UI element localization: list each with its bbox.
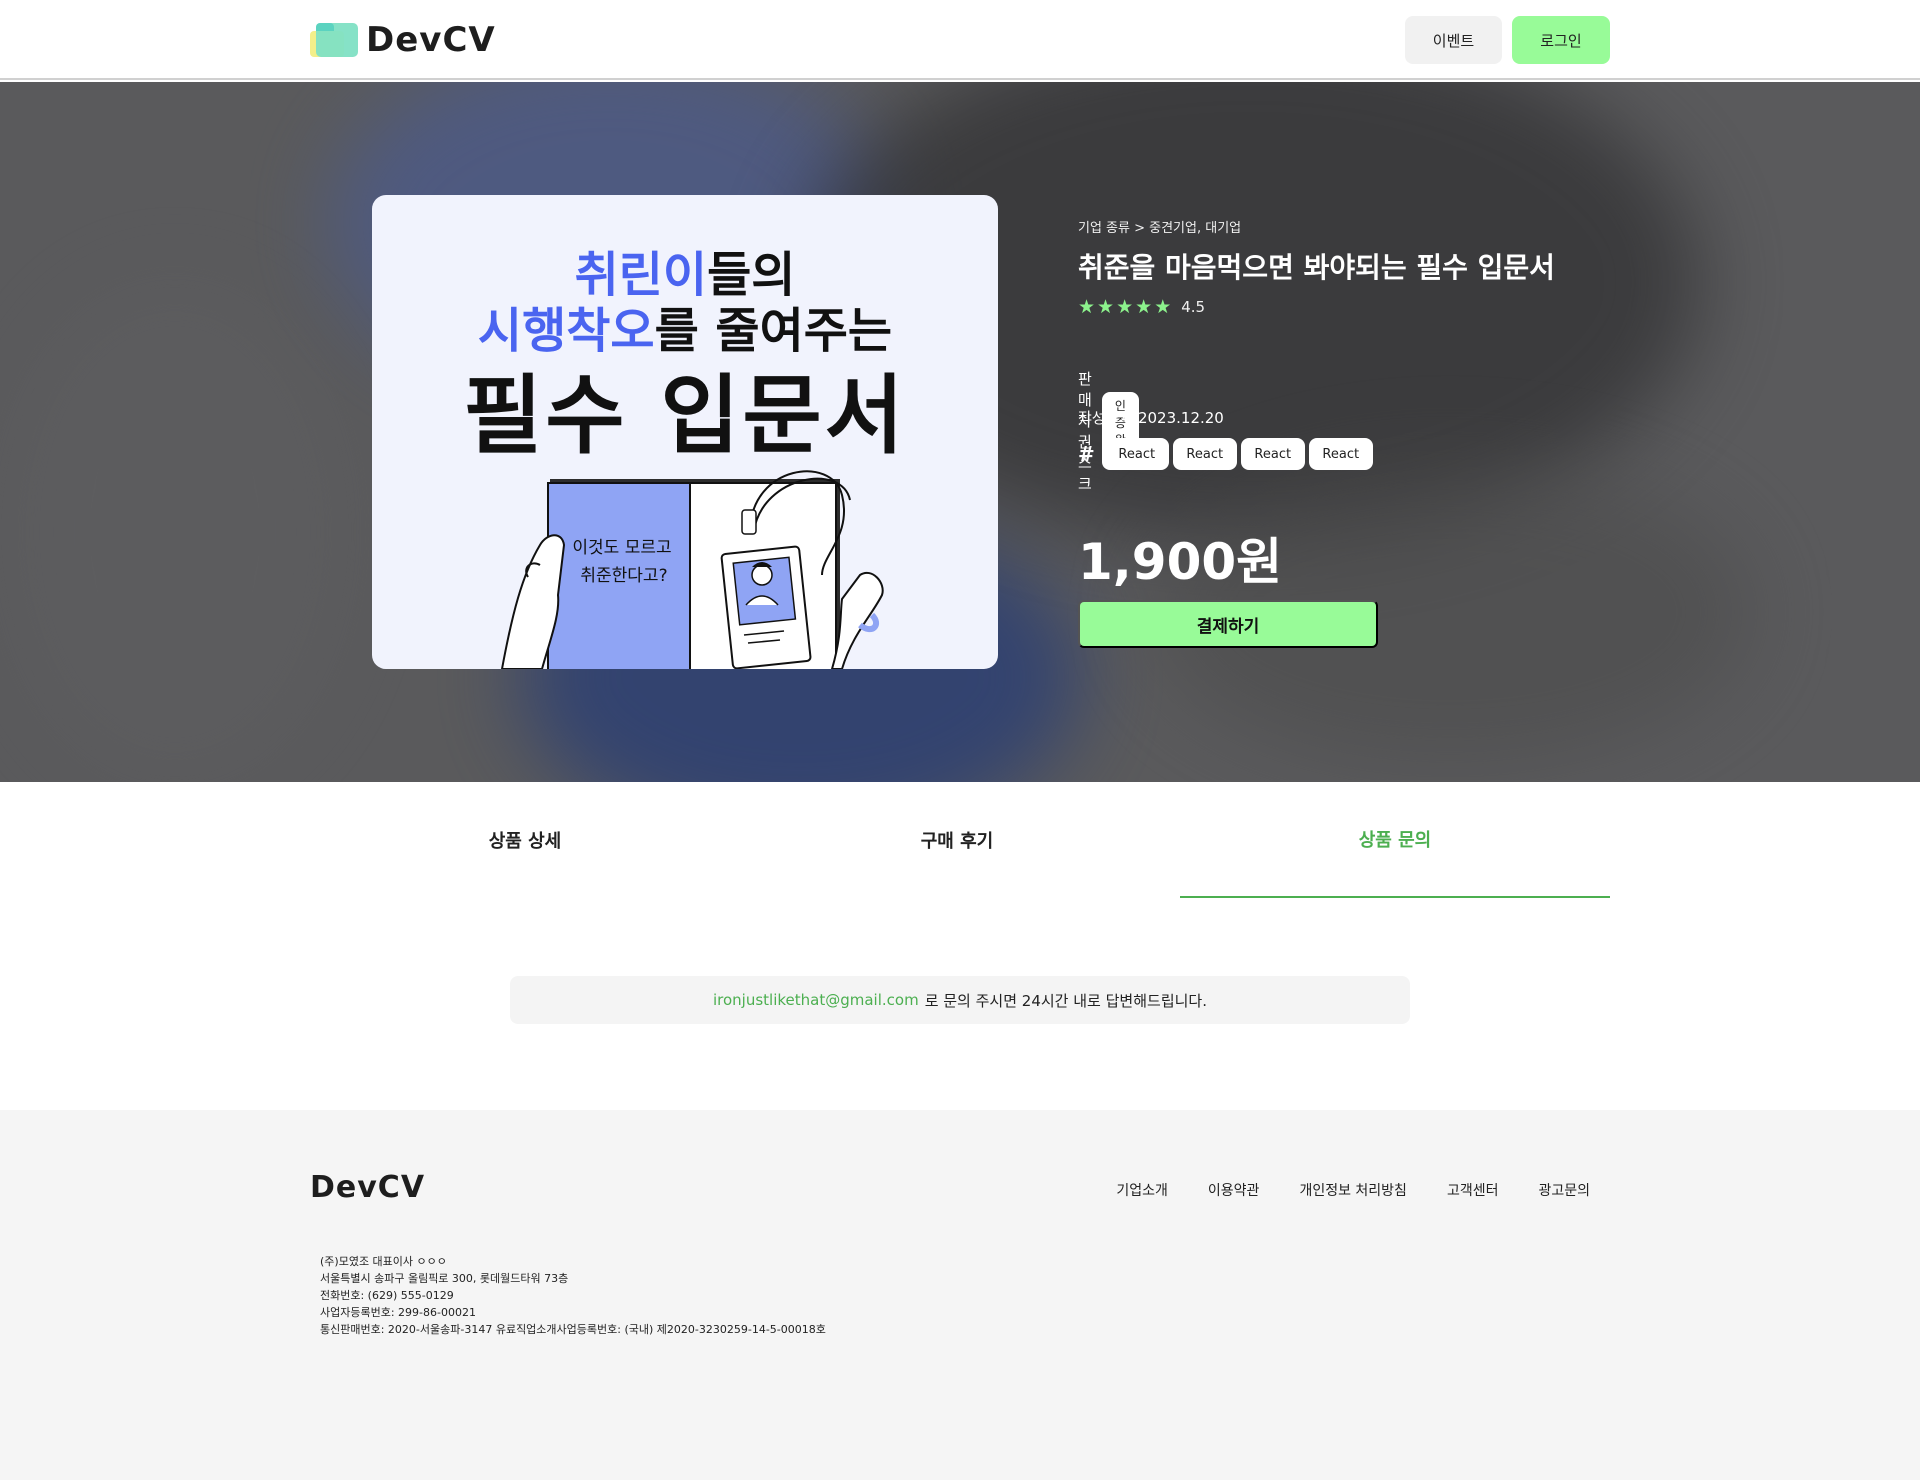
company-info-line: (주)모였조 대표이사 ㅇㅇㅇ <box>320 1255 447 1268</box>
tag-list: # React React React React <box>1078 438 1377 470</box>
contact-email-link[interactable]: ironjustlikethat@gmail.com <box>713 991 919 1009</box>
footer-link-about[interactable]: 기업소개 <box>1116 1180 1168 1200</box>
company-info-line: 통신판매번호: 2020-서울송파-3147 유료직업소개사업등록번호: (국내… <box>320 1323 826 1336</box>
event-button[interactable]: 이벤트 <box>1405 16 1502 64</box>
pay-button[interactable]: 결제하기 <box>1078 600 1378 648</box>
rating: ★ ★ ★ ★ ★ 4.5 <box>1078 296 1205 318</box>
site-header: DevCV 이벤트 로그인 <box>0 0 1920 80</box>
seller-row: 판매자 권스크 인증 완료 <box>1078 368 1139 494</box>
tag-chip[interactable]: React <box>1240 438 1305 470</box>
star-icon: ★ <box>1154 296 1172 318</box>
inquiry-notice: ironjustlikethat@gmail.com 로 문의 주시면 24시간… <box>510 976 1410 1024</box>
tag-chip[interactable]: React <box>1308 438 1373 470</box>
star-icon: ★ <box>1135 296 1153 318</box>
breadcrumb[interactable]: 기업 종류 > 중견기업, 대기업 <box>1078 217 1241 236</box>
site-footer: DevCV 기업소개 이용약관 개인정보 처리방침 고객센터 광고문의 (주)모… <box>0 1110 1920 1480</box>
footer-link-ads[interactable]: 광고문의 <box>1538 1180 1590 1200</box>
rating-value: 4.5 <box>1181 298 1206 316</box>
company-info-line: 전화번호: (629) 555-0129 <box>320 1289 454 1302</box>
folder-logo-icon <box>310 21 358 59</box>
company-info-line: 서울특별시 송파구 올림픽로 300, 롯데월드타워 73층 <box>320 1272 569 1285</box>
product-title: 취준을 마음먹으면 봐야되는 필수 입문서 <box>1078 251 1555 284</box>
price: 1,900원 <box>1078 533 1283 591</box>
footer-link-privacy[interactable]: 개인정보 처리방침 <box>1299 1180 1407 1200</box>
book-text-2: 취준한다고? <box>580 566 667 586</box>
footer-logo[interactable]: DevCV <box>310 1170 425 1205</box>
product-tabs: 상품 상세 구매 후기 상품 문의 <box>308 782 1610 900</box>
tag-chip[interactable]: React <box>1172 438 1237 470</box>
star-icon: ★ <box>1078 296 1096 318</box>
logo-text: DevCV <box>366 20 496 60</box>
star-icon: ★ <box>1116 296 1134 318</box>
company-info-line: 사업자등록번호: 299-86-00021 <box>320 1306 476 1319</box>
footer-links: 기업소개 이용약관 개인정보 처리방침 고객센터 광고문의 <box>1076 1180 1590 1200</box>
tab-detail[interactable]: 상품 상세 <box>308 782 742 898</box>
book-illustration: 이것도 모르고 취준한다고? <box>500 470 884 669</box>
product-hero: 취린이들의 시행착오를 줄여주는 필수 입문서 이것도 모르고 취준한다고? 기… <box>0 82 1920 782</box>
logo[interactable]: DevCV <box>310 20 496 60</box>
footer-link-support[interactable]: 고객센터 <box>1447 1180 1499 1200</box>
seller-label: 판매자 권스크 <box>1078 370 1092 493</box>
tag-chip[interactable]: React <box>1104 438 1169 470</box>
book-text-1: 이것도 모르고 <box>572 538 671 558</box>
footer-link-terms[interactable]: 이용약관 <box>1208 1180 1260 1200</box>
created-date: 작성일자 2023.12.20 <box>1078 409 1224 427</box>
star-icon: ★ <box>1097 296 1115 318</box>
tab-inquiry[interactable]: 상품 문의 <box>1180 782 1610 898</box>
tab-reviews[interactable]: 구매 후기 <box>742 782 1172 898</box>
notice-text: 로 문의 주시면 24시간 내로 답변해드립니다. <box>924 991 1207 1010</box>
product-thumbnail: 취린이들의 시행착오를 줄여주는 필수 입문서 이것도 모르고 취준한다고? <box>372 195 998 669</box>
company-info: (주)모였조 대표이사 ㅇㅇㅇ 서울특별시 송파구 올림픽로 300, 롯데월드… <box>320 1253 826 1338</box>
login-button[interactable]: 로그인 <box>1512 16 1610 64</box>
hash-icon: # <box>1078 442 1095 466</box>
